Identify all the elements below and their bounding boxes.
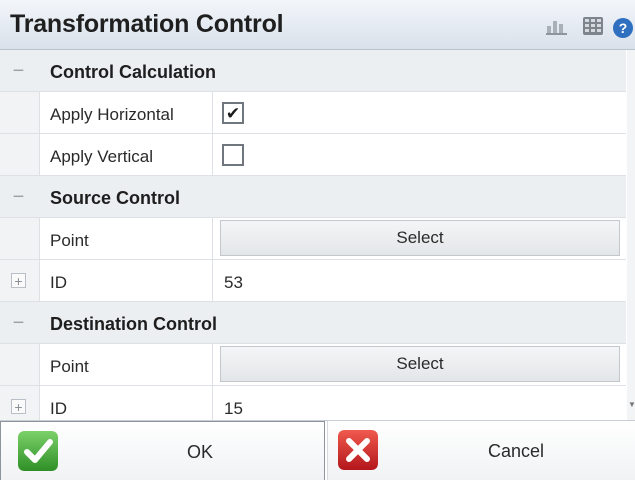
green-checkmark-icon <box>18 431 58 471</box>
section-title: Destination Control <box>50 314 217 334</box>
keypad-grid-icon[interactable] <box>583 17 603 35</box>
title-bar: Transformation Control ? <box>0 0 635 50</box>
collapse-icon[interactable]: − <box>11 61 26 81</box>
property-row-source-id: + ID 53 <box>0 260 626 302</box>
apply-vertical-checkbox[interactable] <box>222 144 244 166</box>
destination-id-value[interactable]: 15 <box>224 399 243 419</box>
section-title: Control Calculation <box>50 62 216 82</box>
property-label: Apply Horizontal <box>50 105 174 124</box>
property-row-apply-vertical: Apply Vertical <box>0 134 626 176</box>
bar-chart-icon[interactable] <box>546 17 568 35</box>
expand-icon[interactable]: + <box>11 273 26 288</box>
window-title: Transformation Control <box>10 10 284 38</box>
source-id-value[interactable]: 53 <box>224 273 243 293</box>
cancel-button[interactable]: Cancel <box>327 421 635 480</box>
property-row-apply-horizontal: Apply Horizontal ✔ <box>0 92 626 134</box>
ok-button[interactable]: OK <box>0 421 325 480</box>
vertical-scrollbar[interactable] <box>627 50 635 420</box>
ok-button-label: OK <box>187 442 214 462</box>
scroll-down-arrow-icon[interactable]: ▼ <box>628 400 635 409</box>
cancel-button-label: Cancel <box>488 441 545 461</box>
section-control-calculation[interactable]: − Control Calculation <box>0 50 626 92</box>
source-point-select-button[interactable]: Select <box>220 220 620 256</box>
destination-point-select-button[interactable]: Select <box>220 346 620 382</box>
expand-icon[interactable]: + <box>11 399 26 414</box>
property-row-destination-point: Point Select <box>0 344 626 386</box>
property-label: Apply Vertical <box>50 147 153 166</box>
property-label: ID <box>50 399 67 418</box>
dialog-button-bar: OK Cancel <box>0 420 635 480</box>
section-source-control[interactable]: − Source Control <box>0 176 626 218</box>
help-icon[interactable]: ? <box>612 17 634 39</box>
property-label: Point <box>50 231 89 250</box>
collapse-icon[interactable]: − <box>11 187 26 207</box>
property-label: Point <box>50 357 89 376</box>
collapse-icon[interactable]: − <box>11 313 26 333</box>
property-grid: − Control Calculation Apply Horizontal ✔… <box>0 50 635 428</box>
red-x-icon <box>338 430 378 470</box>
property-row-source-point: Point Select <box>0 218 626 260</box>
apply-horizontal-checkbox[interactable]: ✔ <box>222 102 244 124</box>
section-destination-control[interactable]: − Destination Control <box>0 302 626 344</box>
section-title: Source Control <box>50 188 181 208</box>
svg-text:?: ? <box>619 20 628 36</box>
property-label: ID <box>50 273 67 292</box>
